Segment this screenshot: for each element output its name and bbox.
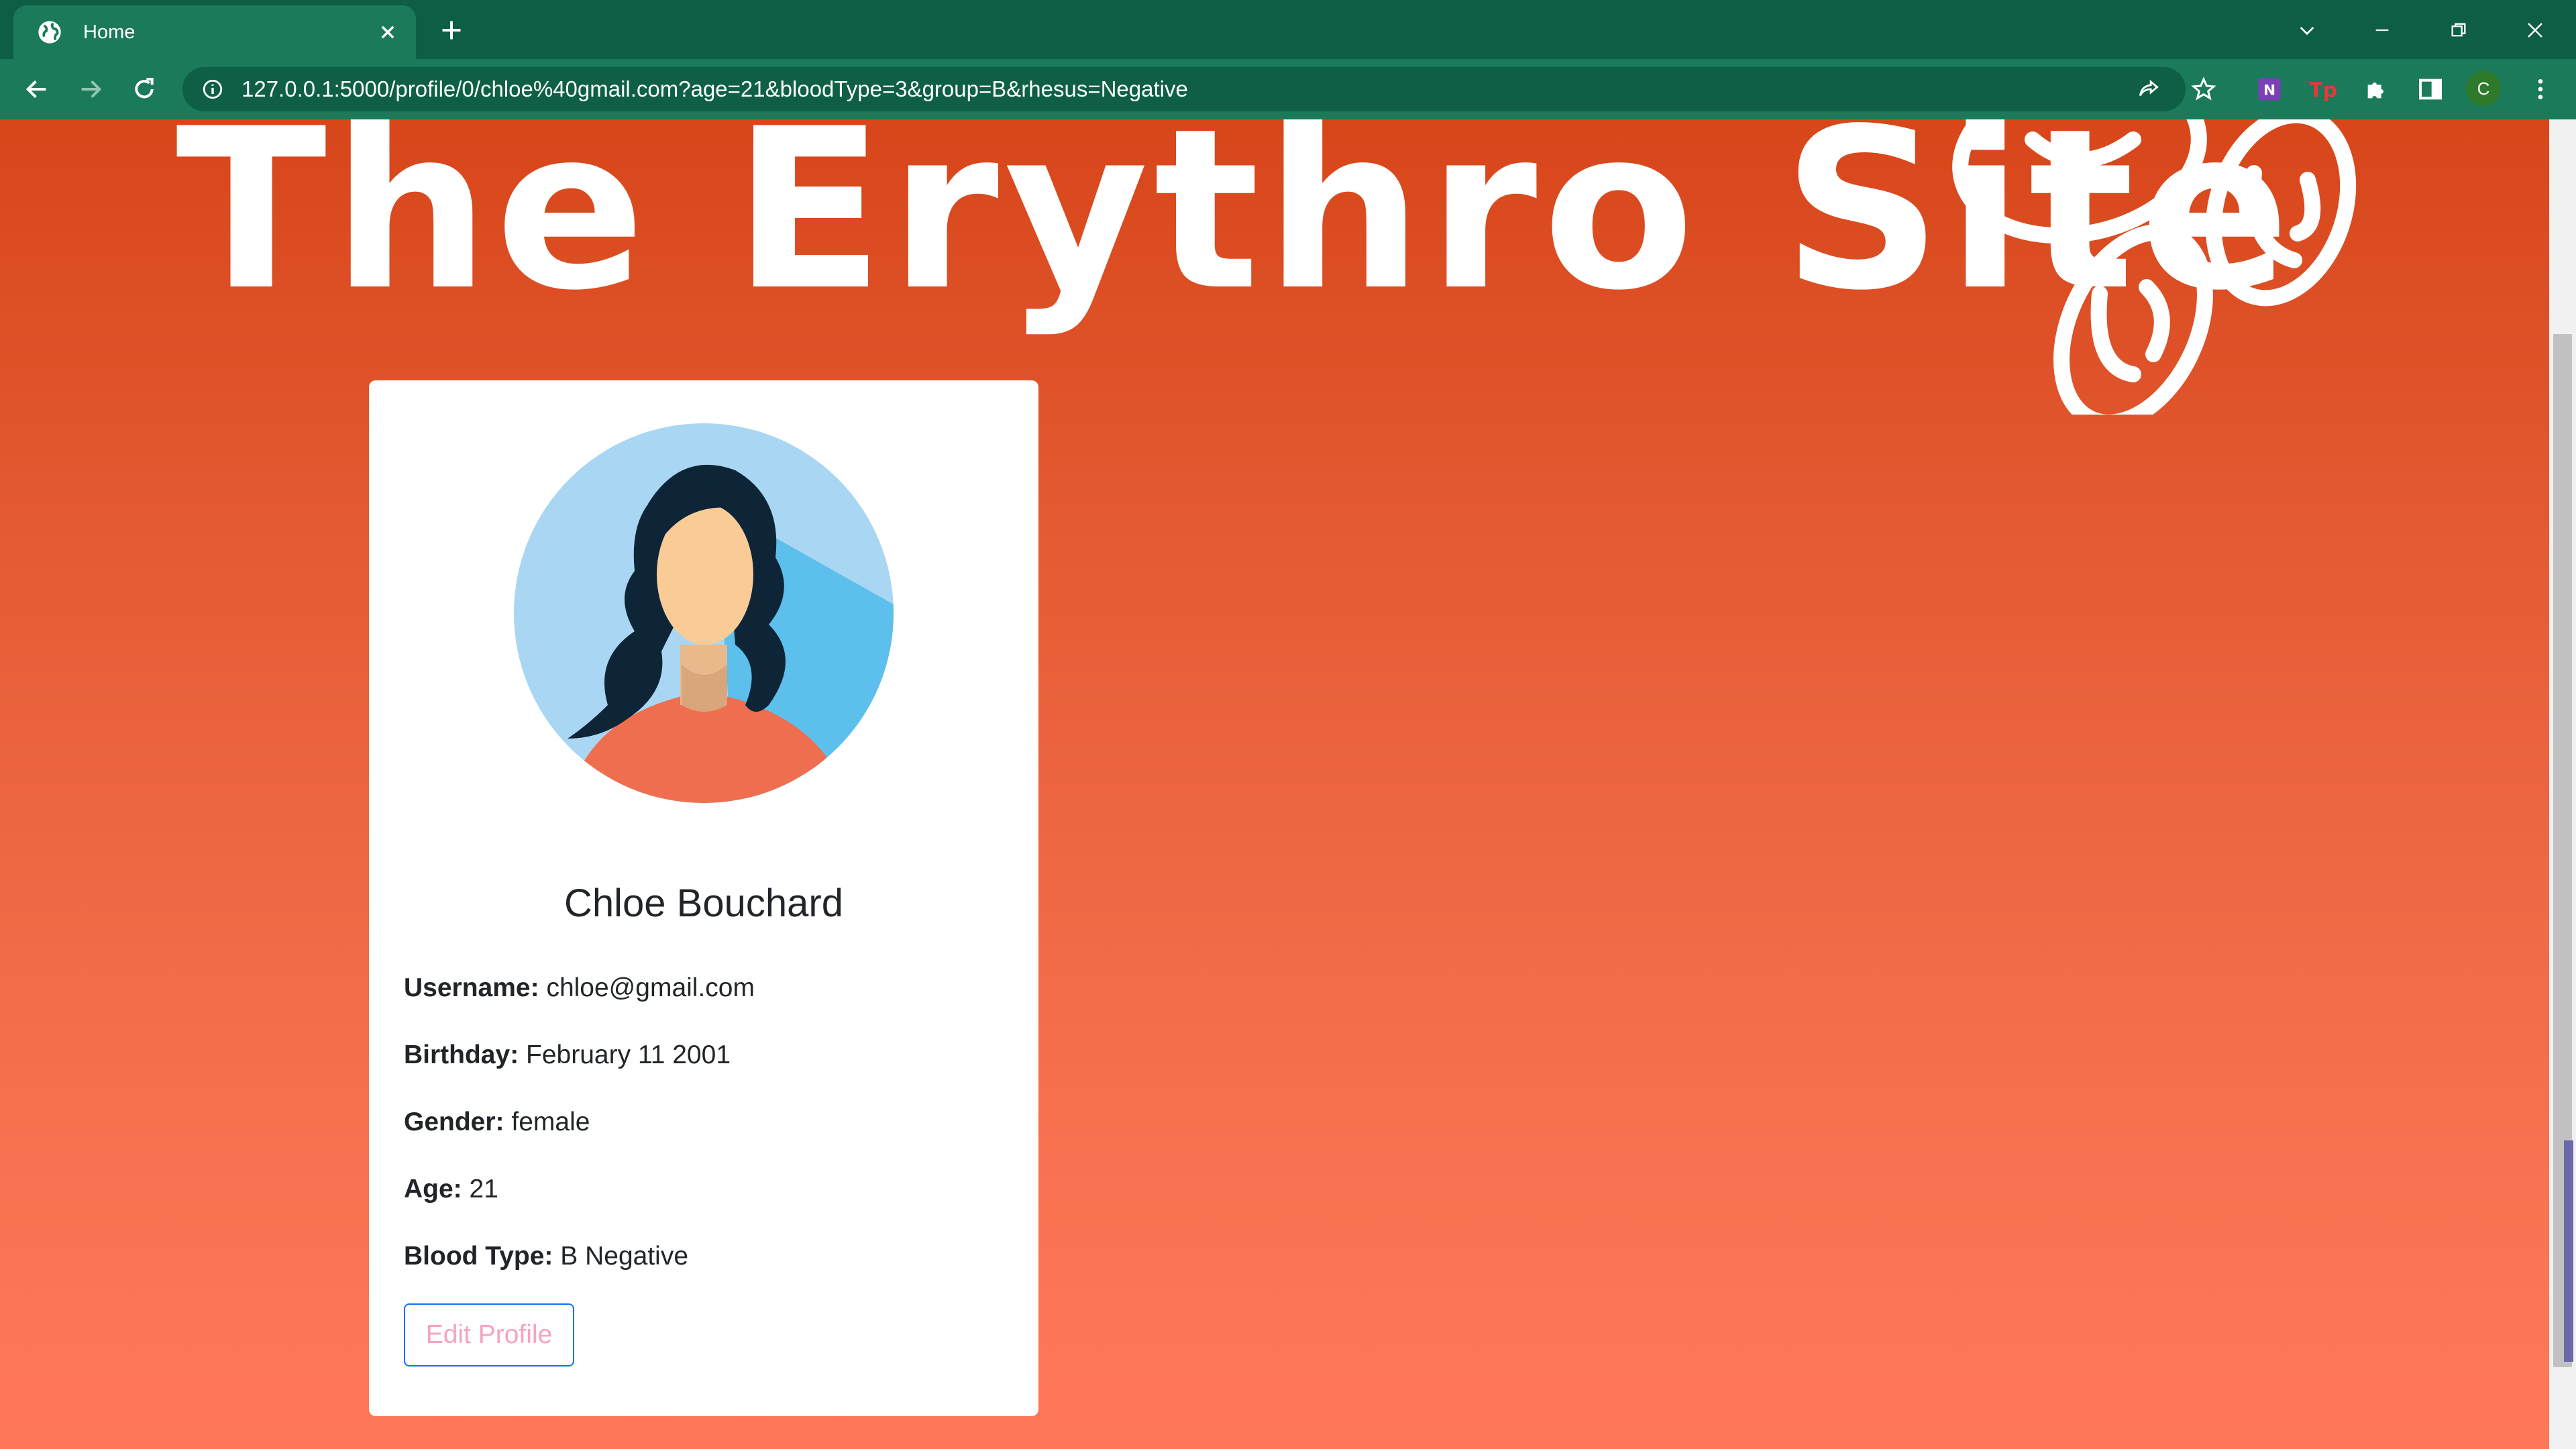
restore-icon[interactable] xyxy=(2435,7,2482,54)
page-content: The Erythro Site Chloe Bouchard Username… xyxy=(0,119,2549,1449)
tp-extension-icon[interactable]: Tp xyxy=(2306,72,2340,106)
back-icon[interactable] xyxy=(20,72,54,106)
edit-profile-button[interactable]: Edit Profile xyxy=(404,1303,574,1366)
field-value: chloe@gmail.com xyxy=(546,973,755,1002)
field-value: February 11 2001 xyxy=(526,1040,731,1069)
field-label: Username: xyxy=(404,973,539,1002)
bookmark-star-icon[interactable] xyxy=(2187,72,2220,106)
svg-text:N: N xyxy=(2263,82,2275,99)
field-label: Blood Type: xyxy=(404,1242,553,1271)
new-tab-icon[interactable] xyxy=(435,13,468,47)
more-menu-icon[interactable] xyxy=(2524,72,2557,106)
red-blood-cells-icon xyxy=(1952,119,2357,415)
age-field: Age: 21 xyxy=(404,1175,498,1204)
close-window-icon[interactable] xyxy=(2512,7,2559,54)
field-value: 21 xyxy=(469,1175,498,1203)
field-value: B Negative xyxy=(560,1242,689,1271)
url-text: 127.0.0.1:5000/profile/0/chloe%40gmail.c… xyxy=(241,76,1188,101)
profile-card: Chloe Bouchard Username: chloe@gmail.com… xyxy=(369,380,1038,1416)
tab-bar: Home xyxy=(0,0,2576,59)
forward-icon[interactable] xyxy=(74,72,107,106)
username-field: Username: chloe@gmail.com xyxy=(404,973,755,1003)
site-info-icon[interactable] xyxy=(201,78,224,101)
profile-name: Chloe Bouchard xyxy=(564,881,843,925)
blood-type-field: Blood Type: B Negative xyxy=(404,1242,688,1271)
tab-title: Home xyxy=(83,21,136,43)
browser-toolbar: 127.0.0.1:5000/profile/0/chloe%40gmail.c… xyxy=(0,59,2576,119)
scrollbar-accent xyxy=(2564,1140,2573,1362)
field-label: Birthday: xyxy=(404,1040,519,1069)
share-icon[interactable] xyxy=(2132,72,2165,106)
field-label: Age: xyxy=(404,1175,462,1203)
globe-icon xyxy=(38,21,61,44)
minimize-icon[interactable] xyxy=(2359,7,2406,54)
side-panel-icon[interactable] xyxy=(2414,72,2447,106)
address-bar[interactable]: 127.0.0.1:5000/profile/0/chloe%40gmail.c… xyxy=(182,67,2186,111)
gender-field: Gender: female xyxy=(404,1108,590,1137)
svg-text:Tp: Tp xyxy=(2310,79,2337,103)
tab-search-icon[interactable] xyxy=(2284,7,2330,54)
field-label: Gender: xyxy=(404,1108,504,1136)
field-value: female xyxy=(511,1108,590,1136)
profile-avatar-button[interactable]: C xyxy=(2466,71,2501,106)
avatar xyxy=(514,423,894,803)
extensions-puzzle-icon[interactable] xyxy=(2360,72,2394,106)
onenote-extension-icon[interactable]: N xyxy=(2253,72,2286,106)
tab-home[interactable]: Home xyxy=(13,5,416,59)
birthday-field: Birthday: February 11 2001 xyxy=(404,1040,731,1070)
reload-icon[interactable] xyxy=(127,72,161,106)
close-tab-icon[interactable] xyxy=(376,20,400,44)
